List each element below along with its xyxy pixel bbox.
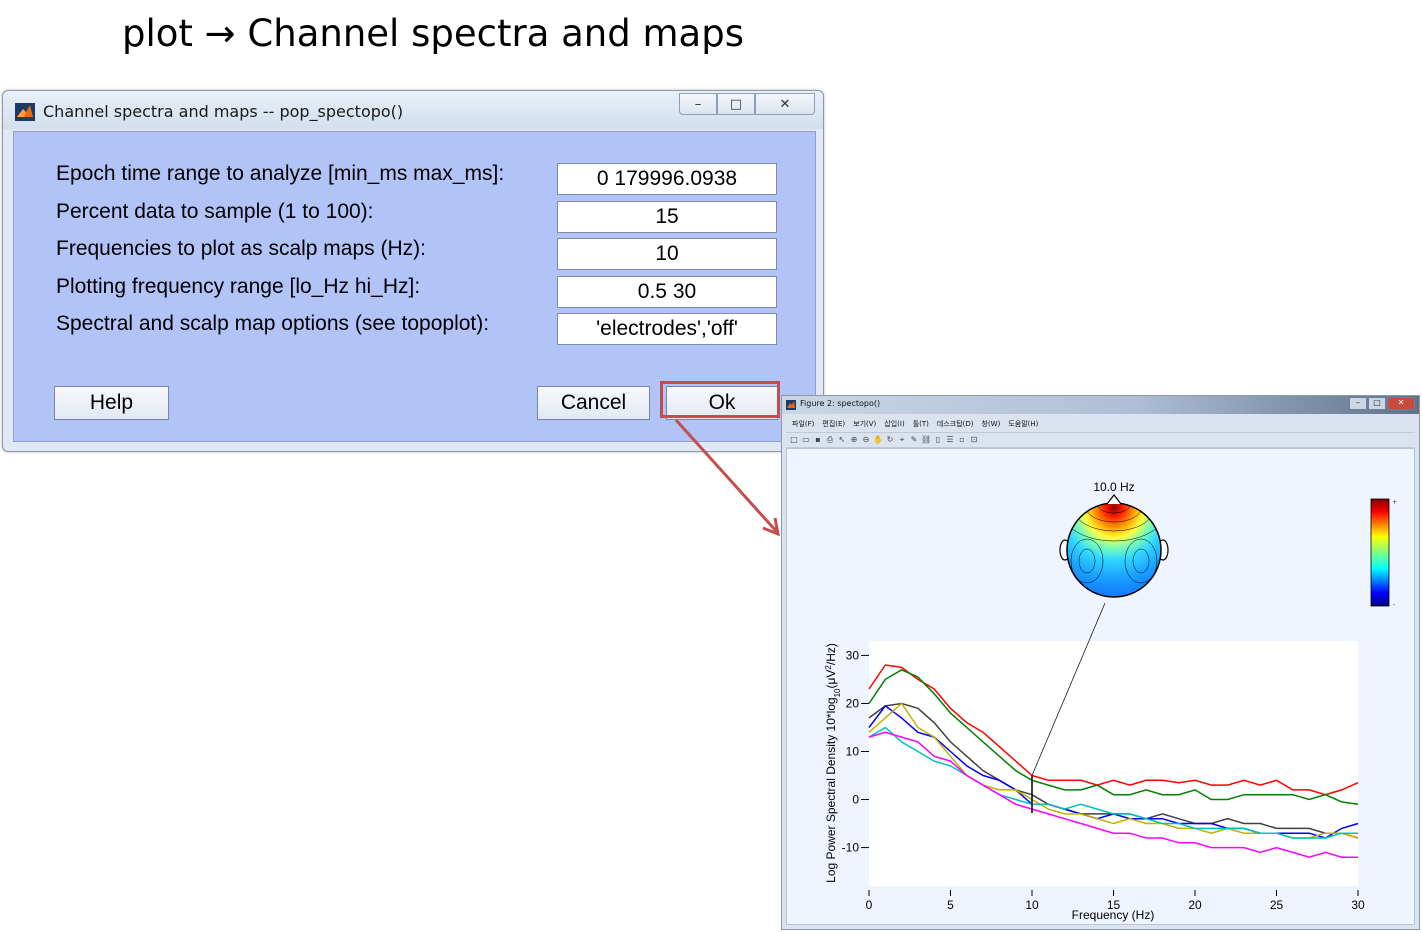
x-tick-label: 5 [947,898,954,912]
y-tick-label: 0 [852,793,859,807]
y-axis-label: Log Power Spectral Density 10*log10(μV2/… [824,643,842,883]
epoch-range-label: Epoch time range to analyze [min_ms max_… [56,162,505,185]
x-axis-label: Frequency (Hz) [1072,908,1155,922]
map-options-input[interactable]: 'electrodes','off' [557,313,777,345]
spectra-plot: 10.0 Hz + - -1001020300 5 10 15 20 25 30… [824,480,1398,922]
dialog-window-controls: – □ ✕ [679,93,815,115]
ok-highlight-box [660,381,780,418]
hide-icon[interactable]: ▫ [957,435,967,445]
dialog-titlebar[interactable]: Channel spectra and maps -- pop_spectopo… [3,91,823,129]
x-tick-label: 30 [1351,898,1365,912]
y-tick-label: 30 [846,648,860,662]
figure-title: Figure 2: spectopo() [800,399,881,408]
link-icon[interactable]: ⛓ [921,435,931,445]
menu-view[interactable]: 보기(V) [853,419,876,429]
matlab-icon [15,103,35,121]
figure-maximize-button[interactable]: □ [1368,397,1386,410]
figure-canvas: 10.0 Hz + - -10 0 10 20 30 0 5 10 15 20 … [786,448,1415,925]
scalp-map-title: 10.0 Hz [1093,480,1134,494]
dialog-title: Channel spectra and maps -- pop_spectopo… [43,102,404,121]
minimize-button[interactable]: – [679,93,717,115]
maximize-icon: □ [729,96,743,112]
slide-title: plot → Channel spectra and maps [122,12,744,55]
figure-window-controls: – □ ✕ [1349,397,1415,410]
print-icon[interactable]: ⎙ [825,435,835,445]
figure-minimize-button[interactable]: – [1349,397,1367,410]
nose [1106,494,1122,505]
menu-tools[interactable]: 툴(T) [913,419,929,429]
menu-edit[interactable]: 편집(E) [822,419,845,429]
colorbar-top-label: + [1393,500,1397,506]
matlab-icon [786,400,796,410]
datacursor-icon[interactable]: ⌖ [897,435,907,445]
menu-window[interactable]: 창(W) [982,419,1001,429]
x-tick-label: 0 [866,898,873,912]
open-icon[interactable]: ▭ [801,435,811,445]
close-button[interactable]: ✕ [755,93,815,115]
scalp-map-frequencies-label: Frequencies to plot as scalp maps (Hz): [56,237,426,260]
y-tick-label: 10 [846,744,860,758]
save-icon[interactable]: ▪ [813,435,823,445]
help-button-label: Help [89,391,134,414]
epoch-range-input[interactable]: 0 179996.0938 [557,163,777,195]
menu-insert[interactable]: 삽입(I) [884,419,904,429]
percent-sample-label: Percent data to sample (1 to 100): [56,200,374,223]
frequency-range-label: Plotting frequency range [lo_Hz hi_Hz]: [56,275,421,298]
brush-icon[interactable]: ✎ [909,435,919,445]
rotate-icon[interactable]: ↻ [885,435,895,445]
y-tick-label: -10 [842,841,860,855]
pointer-icon[interactable]: ↖ [837,435,847,445]
close-icon: ✕ [1397,398,1405,407]
percent-sample-input[interactable]: 15 [557,201,777,233]
map-options-label: Spectral and scalp map options (see topo… [56,312,490,335]
scalp-map [1059,494,1169,598]
help-button[interactable]: Help [54,386,169,420]
menu-desktop[interactable]: 데스크탑(D) [937,419,974,429]
minimize-icon: – [694,96,702,112]
maximize-icon: □ [1373,398,1381,407]
cancel-button-label: Cancel [560,391,627,414]
zoom-out-icon[interactable]: ⊖ [861,435,871,445]
frequency-range-input[interactable]: 0.5 30 [557,276,777,308]
figure-menubar: 파일(F) 편집(E) 보기(V) 삽입(I) 툴(T) 데스크탑(D) 창(W… [786,417,1415,431]
pan-icon[interactable]: ✋ [873,435,883,445]
y-tick-label: 20 [846,696,860,710]
menu-help[interactable]: 도움말(H) [1008,419,1038,429]
maximize-button[interactable]: □ [717,93,755,115]
zoom-in-icon[interactable]: ⊕ [849,435,859,445]
scalp-map-frequencies-input[interactable]: 10 [557,238,777,270]
colorbar [1370,498,1390,607]
x-tick-label: 10 [1025,898,1039,912]
dock-icon[interactable]: ⊡ [969,435,979,445]
figure-close-button[interactable]: ✕ [1387,397,1415,410]
colorbar-bottom-label: - [1393,602,1395,608]
figure-titlebar[interactable]: Figure 2: spectopo() – □ ✕ [782,396,1419,414]
cancel-button[interactable]: Cancel [537,386,650,420]
x-tick-label: 25 [1270,898,1284,912]
legend-icon[interactable]: ☰ [945,435,955,445]
colorbar-icon[interactable]: ▯ [933,435,943,445]
close-icon: ✕ [779,96,791,112]
menu-file[interactable]: 파일(F) [792,419,814,429]
figure-toolbar: □ ▭ ▪ ⎙ ↖ ⊕ ⊖ ✋ ↻ ⌖ ✎ ⛓ ▯ ☰ ▫ ⊡ [786,432,1415,448]
x-tick-label: 20 [1188,898,1202,912]
minimize-icon: – [1356,398,1360,407]
new-icon[interactable]: □ [789,435,799,445]
figure-window: Figure 2: spectopo() – □ ✕ 파일(F) 편집(E) 보… [781,395,1420,930]
